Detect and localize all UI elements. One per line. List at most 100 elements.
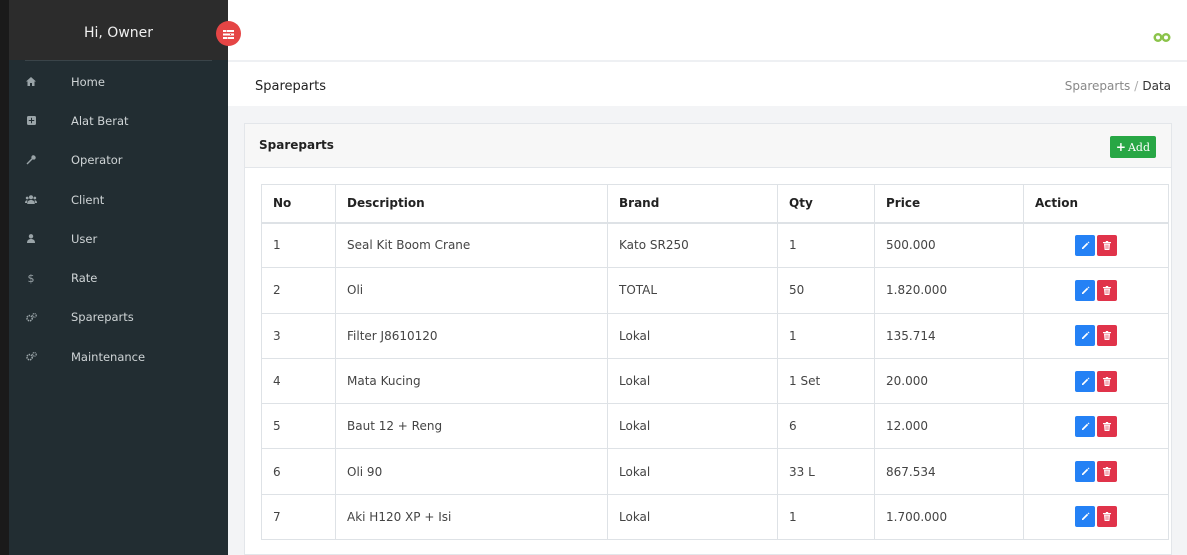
cell-action xyxy=(1023,267,1169,314)
edit-button[interactable] xyxy=(1075,506,1095,528)
breadcrumb-link-spareparts[interactable]: Spareparts xyxy=(1065,79,1131,93)
cell-brand: Lokal xyxy=(607,312,778,359)
edit-button[interactable] xyxy=(1075,325,1095,347)
plus-icon: + xyxy=(1115,140,1126,154)
cell-qty: 33 L xyxy=(777,448,875,495)
cell-no: 5 xyxy=(261,403,336,450)
page-header: Spareparts Spareparts / Data xyxy=(228,64,1187,106)
cell-no: 2 xyxy=(261,267,336,314)
column-header-qty: Qty xyxy=(777,184,875,224)
trash-icon xyxy=(1103,467,1111,477)
cell-action xyxy=(1023,357,1169,405)
sidebar-item-spareparts[interactable]: Spareparts xyxy=(9,298,228,337)
users-icon xyxy=(20,195,42,205)
cell-price: 867.534 xyxy=(874,448,1024,495)
table-row: 1 Seal Kit Boom Crane Kato SR250 1 500.000 xyxy=(261,221,1169,269)
card-header: Spareparts + Add xyxy=(245,124,1171,168)
pencil-icon xyxy=(1081,422,1090,431)
cell-price: 135.714 xyxy=(874,312,1024,359)
cell-price: 500.000 xyxy=(874,221,1024,269)
edit-button[interactable] xyxy=(1075,370,1095,392)
sidebar-divider xyxy=(25,60,212,61)
trash-icon xyxy=(1103,512,1111,522)
cell-qty: 1 xyxy=(777,312,875,359)
cell-no: 6 xyxy=(261,448,336,495)
cell-price: 1.820.000 xyxy=(874,267,1024,314)
edit-button[interactable] xyxy=(1075,279,1095,301)
sidebar-frame xyxy=(0,0,9,555)
trash-icon xyxy=(1103,285,1111,295)
delete-button[interactable] xyxy=(1097,370,1117,392)
cell-action xyxy=(1023,403,1169,450)
trash-icon xyxy=(1103,240,1111,250)
breadcrumb-current: Data xyxy=(1142,79,1171,93)
cell-brand: Lokal xyxy=(607,403,778,450)
delete-button[interactable] xyxy=(1097,234,1117,256)
sidebar-item-label: Rate xyxy=(71,271,98,286)
sidebar-item-label: Operator xyxy=(71,153,123,168)
delete-button[interactable] xyxy=(1097,325,1117,347)
cell-no: 1 xyxy=(261,221,336,269)
sidebar-menu: Home Alat Berat Operator Client User $ R… xyxy=(9,62,228,376)
sidebar-item-alat-berat[interactable]: Alat Berat xyxy=(9,101,228,140)
breadcrumb-separator: / xyxy=(1134,79,1139,93)
trash-icon xyxy=(1103,421,1111,431)
table-row: 5 Baut 12 + Reng Lokal 6 12.000 xyxy=(261,403,1169,450)
edit-button[interactable] xyxy=(1075,234,1095,256)
add-button[interactable]: + Add xyxy=(1109,136,1156,158)
delete-button[interactable] xyxy=(1097,461,1117,483)
menu-toggle-icon xyxy=(223,24,234,43)
delete-button[interactable] xyxy=(1097,506,1117,528)
add-button-label: Add xyxy=(1127,140,1150,154)
cell-no: 7 xyxy=(261,493,336,541)
cell-description: Oli xyxy=(335,267,608,314)
breadcrumb: Spareparts / Data xyxy=(1065,79,1171,93)
sidebar-item-label: User xyxy=(71,231,98,246)
dollar-icon: $ xyxy=(27,271,35,285)
page-title: Spareparts xyxy=(255,79,326,94)
pencil-icon xyxy=(1081,467,1090,476)
cell-action xyxy=(1023,448,1169,495)
cell-qty: 50 xyxy=(777,267,875,314)
table-header-row: No Description Brand Qty Price Action xyxy=(261,184,1169,224)
table-row: 2 Oli TOTAL 50 1.820.000 xyxy=(261,267,1169,314)
cell-qty: 1 Set xyxy=(777,357,875,405)
cell-description: Seal Kit Boom Crane xyxy=(335,221,608,269)
edit-button[interactable] xyxy=(1075,415,1095,437)
pencil-icon xyxy=(1081,241,1090,250)
sidebar-item-rate[interactable]: $ Rate xyxy=(9,258,228,297)
delete-button[interactable] xyxy=(1097,279,1117,301)
cell-action xyxy=(1023,221,1169,269)
delete-button[interactable] xyxy=(1097,415,1117,437)
column-header-price: Price xyxy=(874,184,1024,224)
cell-no: 3 xyxy=(261,312,336,359)
plus-square-icon xyxy=(20,116,42,126)
sidebar-header: Hi, Owner xyxy=(9,0,228,61)
edit-button[interactable] xyxy=(1075,461,1095,483)
cell-brand: Lokal xyxy=(607,448,778,495)
top-bar xyxy=(228,0,1187,62)
sidebar-item-label: Home xyxy=(71,74,105,89)
table-row: 4 Mata Kucing Lokal 1 Set 20.000 xyxy=(261,357,1169,405)
cell-description: Mata Kucing xyxy=(335,357,608,405)
cell-action xyxy=(1023,312,1169,359)
table-row: 7 Aki H120 XP + Isi Lokal 1 1.700.000 xyxy=(261,493,1169,541)
cell-description: Oli 90 xyxy=(335,448,608,495)
sidebar-item-client[interactable]: Client xyxy=(9,180,228,219)
sidebar-item-home[interactable]: Home xyxy=(9,62,228,101)
cell-qty: 6 xyxy=(777,403,875,450)
sidebar-toggle-button[interactable] xyxy=(216,21,241,46)
trash-icon xyxy=(1103,331,1111,341)
column-header-action: Action xyxy=(1023,184,1169,224)
sidebar-item-operator[interactable]: Operator xyxy=(9,141,228,180)
column-header-brand: Brand xyxy=(607,184,778,224)
pencil-icon xyxy=(1081,377,1090,386)
logo-icon xyxy=(1153,28,1171,47)
cell-qty: 1 xyxy=(777,221,875,269)
sidebar-item-user[interactable]: User xyxy=(9,219,228,258)
main-content: Spareparts + Add No Description Brand Qt… xyxy=(228,106,1187,555)
table-body: 1 Seal Kit Boom Crane Kato SR250 1 500.000 2 O… xyxy=(261,221,1169,541)
sidebar-item-maintenance[interactable]: Maintenance xyxy=(9,337,228,376)
wrench-icon xyxy=(20,155,42,165)
cell-brand: Lokal xyxy=(607,357,778,405)
